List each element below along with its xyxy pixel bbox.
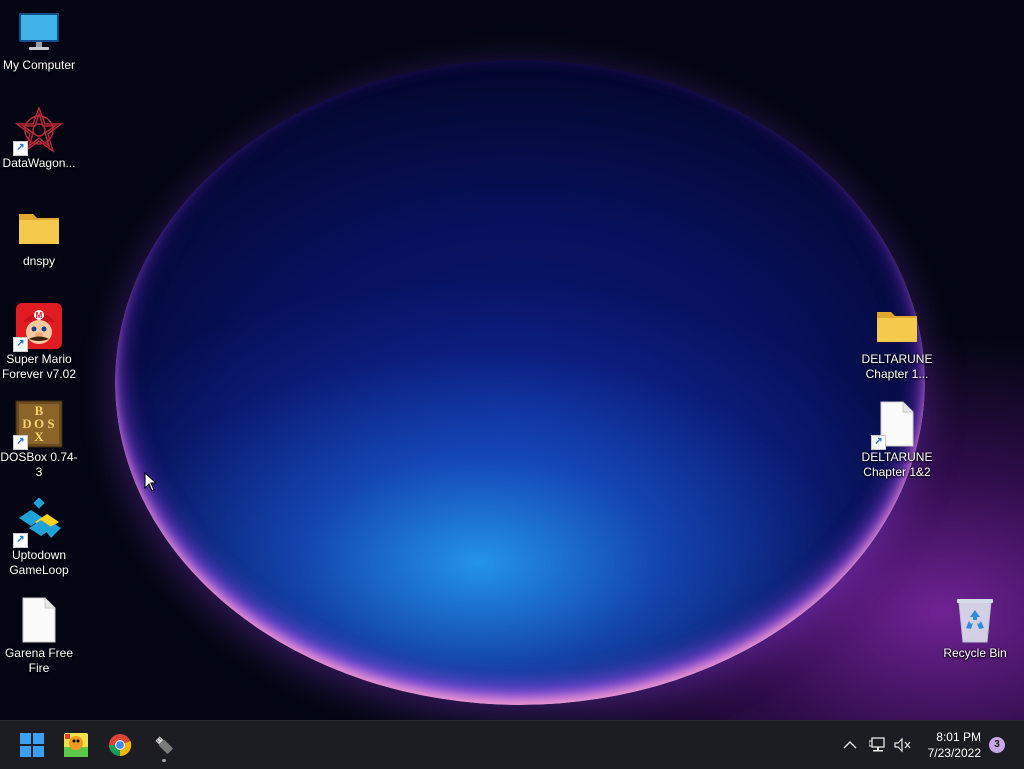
usb-drive-icon [155,736,173,754]
desktop-icon-label: DELTARUNE Chapter 1... [861,352,933,381]
folder-icon [873,302,921,350]
datawagon-icon: ↗ [13,106,64,156]
paint-app-icon [64,733,88,757]
desktop-icon-label: My Computer [2,58,76,72]
clock-date: 7/23/2022 [927,746,981,760]
wallpaper-bloom [115,60,925,705]
mario-icon: M ↗ [13,302,63,352]
desktop-icon-label: DELTARUNE Chapter 1&2 [861,450,933,479]
recycle-bin-icon [951,596,999,644]
desktop-icon-label: dnspy [22,254,56,268]
folder-icon [15,204,63,252]
svg-text:M: M [36,311,43,320]
running-indicator [162,759,166,762]
desktop-icon-label: DataWagon... [2,156,76,170]
desktop-icon-recycle-bin[interactable]: Recycle Bin [936,596,1014,661]
volume-button[interactable] [890,733,914,757]
desktop-icon-label: Recycle Bin [943,646,1007,660]
start-button[interactable] [14,727,50,763]
gameloop-icon: ↗ [13,497,63,548]
desktop-icon-dnspy[interactable]: dnspy [0,204,78,269]
taskbar-usb-tool[interactable] [146,727,182,763]
dosbox-letter-x: X [34,429,44,444]
chrome-icon [109,734,132,757]
shortcut-arrow-icon: ↗ [13,337,28,352]
desktop-icon-garena-free-fire[interactable]: Garena Free Fire [0,596,78,676]
taskbar-chrome[interactable] [102,727,138,763]
desktop-icon-datawagon[interactable]: ↗ DataWagon... [0,106,78,171]
windows-logo-icon [20,733,44,757]
clock-button[interactable]: 8:01 PM 7/23/2022 [928,729,981,761]
monitor-icon [15,8,63,56]
taskbar: 8:01 PM 7/23/2022 3 [0,720,1024,769]
desktop-icon-dosbox[interactable]: B D O S X ↗ DOSBox 0.74-3 [0,400,78,480]
show-hidden-icons-button[interactable] [840,733,860,757]
desktop-icon-label: Uptodown GameLoop [9,548,69,577]
document-icon [15,596,63,644]
desktop-icon-super-mario[interactable]: M ↗ Super Mario Forever v7.02 [0,302,78,382]
chevron-up-icon [843,741,857,749]
dosbox-letter-s: S [47,416,54,431]
desktop-icon-deltarune-folder[interactable]: DELTARUNE Chapter 1... [858,302,936,382]
clock-time: 8:01 PM [936,730,981,744]
dosbox-letter-d: D [22,416,31,431]
desktop-icon-my-computer[interactable]: My Computer [0,8,78,73]
desktop-icon-deltarune-shortcut[interactable]: ↗ DELTARUNE Chapter 1&2 [858,400,936,480]
document-icon: ↗ [871,400,921,450]
taskbar-paint-app[interactable] [58,727,94,763]
shortcut-arrow-icon: ↗ [13,141,28,156]
mouse-cursor-icon [144,471,158,497]
network-icon [869,737,885,752]
notification-badge[interactable]: 3 [989,737,1005,753]
desktop-icon-label: Super Mario Forever v7.02 [1,352,77,381]
shortcut-arrow-icon: ↗ [871,435,886,450]
desktop-icon-label: Garena Free Fire [4,646,74,675]
network-button[interactable] [866,733,890,757]
desktop-icon-gameloop[interactable]: ↗ Uptodown GameLoop [0,497,78,578]
shortcut-arrow-icon: ↗ [13,435,28,450]
speaker-muted-icon [894,737,911,753]
shortcut-arrow-icon: ↗ [13,533,28,548]
desktop-icon-label: DOSBox 0.74-3 [0,450,78,479]
dosbox-icon: B D O S X ↗ [13,400,63,450]
